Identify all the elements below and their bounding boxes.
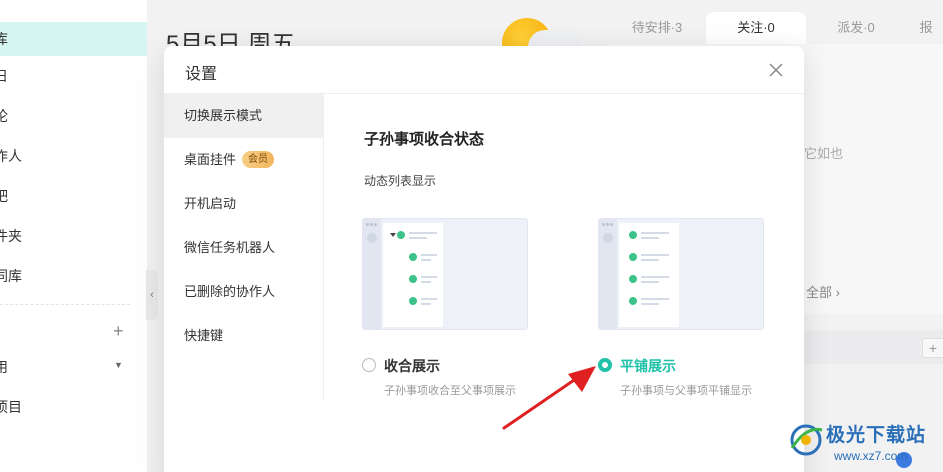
sidebar-item-label: 项目 <box>0 399 22 415</box>
sidebar-item-label: 作人 <box>0 148 22 164</box>
sidebar-item-4[interactable]: 作人 <box>0 139 147 173</box>
sidebar-item-label: 同库 <box>0 268 22 284</box>
menu-item-wechat-bot[interactable]: 微信任务机器人 <box>164 226 323 270</box>
menu-item-display-mode[interactable]: 切换展示模式 <box>164 94 323 138</box>
sidebar-item-label: 论 <box>0 108 8 124</box>
radio-collapsed[interactable] <box>362 358 376 372</box>
sidebar-item-7[interactable]: 同库 <box>0 259 147 293</box>
close-icon[interactable] <box>765 59 787 81</box>
sidebar-item-2[interactable]: 日 <box>0 59 147 93</box>
vip-badge: 会员 <box>242 151 275 169</box>
menu-item-desktop-widget[interactable]: 桌面挂件 会员 <box>164 138 323 182</box>
caret-down-icon[interactable]: ▼ <box>114 360 123 370</box>
add-button[interactable]: + <box>922 338 943 358</box>
sidebar-item-1[interactable]: 库 <box>0 22 147 56</box>
menu-item-shortcuts[interactable]: 快捷键 <box>164 314 323 358</box>
option-tiled-label: 平铺展示 <box>620 358 676 374</box>
sidebar-item-9[interactable]: 项目 <box>0 390 147 424</box>
preview-rail <box>599 219 617 329</box>
tab-pending[interactable]: 待安排·3 <box>608 12 706 44</box>
tab-dispatched[interactable]: 派发·0 <box>806 12 906 44</box>
tab-report[interactable]: 报 <box>906 12 943 44</box>
settings-dialog: 设置 切换展示模式 桌面挂件 会员 开机启动 微信任务机器人 已删除的协作人 快捷… <box>164 46 804 472</box>
empty-hint: 它如也 <box>804 146 844 161</box>
sidebar-item-5[interactable]: 吧 <box>0 179 147 213</box>
settings-menu: 切换展示模式 桌面挂件 会员 开机启动 微信任务机器人 已删除的协作人 快捷键 <box>164 94 324 400</box>
preview-card <box>619 223 679 327</box>
option-collapsed-desc: 子孙事项收合至父事项展示 <box>384 385 516 397</box>
sidebar: 库 日 论 作人 吧 件夹 同库 + 用 ▼ 项目 <box>0 0 147 472</box>
sidebar-item-8[interactable]: 用 <box>0 350 147 384</box>
section-subtitle: 动态列表显示 <box>364 174 437 188</box>
plus-icon[interactable]: + <box>113 321 124 342</box>
menu-item-label: 桌面挂件 <box>184 152 237 167</box>
preview-card <box>383 223 443 327</box>
settings-content: 子孙事项收合状态 动态列表显示 收合展示 子孙事项收合至父事项展示 平铺展示 子… <box>324 94 804 472</box>
sidebar-item-6[interactable]: 件夹 <box>0 219 147 253</box>
radio-tiled[interactable] <box>598 358 612 372</box>
preview-rail <box>363 219 381 329</box>
watermark: 极光下载站 www.xz7.com <box>778 412 943 472</box>
option-collapsed-label: 收合展示 <box>384 358 440 374</box>
view-all-link[interactable]: 全部 › <box>806 282 840 301</box>
dialog-title: 设置 <box>185 66 218 83</box>
watermark-logo-icon <box>790 424 823 456</box>
sidebar-divider <box>0 304 130 305</box>
sidebar-item-3[interactable]: 论 <box>0 99 147 133</box>
sidebar-item-label: 用 <box>0 359 8 375</box>
section-title: 子孙事项收合状态 <box>364 131 485 148</box>
option-tiled-desc: 子孙事项与父事项平铺显示 <box>620 385 752 397</box>
collapsed-preview[interactable] <box>362 218 528 330</box>
dialog-header: 设置 <box>164 46 804 94</box>
sidebar-item-label: 库 <box>0 31 8 47</box>
sidebar-item-label: 日 <box>0 68 8 84</box>
menu-item-deleted-collaborators[interactable]: 已删除的协作人 <box>164 270 323 314</box>
watermark-text: 极光下载站 <box>826 425 927 446</box>
watermark-url: www.xz7.com <box>834 449 908 463</box>
sidebar-item-label: 件夹 <box>0 228 22 244</box>
sidebar-item-label: 吧 <box>0 188 8 204</box>
tiled-preview[interactable] <box>598 218 764 330</box>
collapse-sidebar-handle[interactable]: ‹ <box>146 270 158 320</box>
menu-item-autostart[interactable]: 开机启动 <box>164 182 323 226</box>
tab-follow[interactable]: 关注·0 <box>706 12 806 44</box>
